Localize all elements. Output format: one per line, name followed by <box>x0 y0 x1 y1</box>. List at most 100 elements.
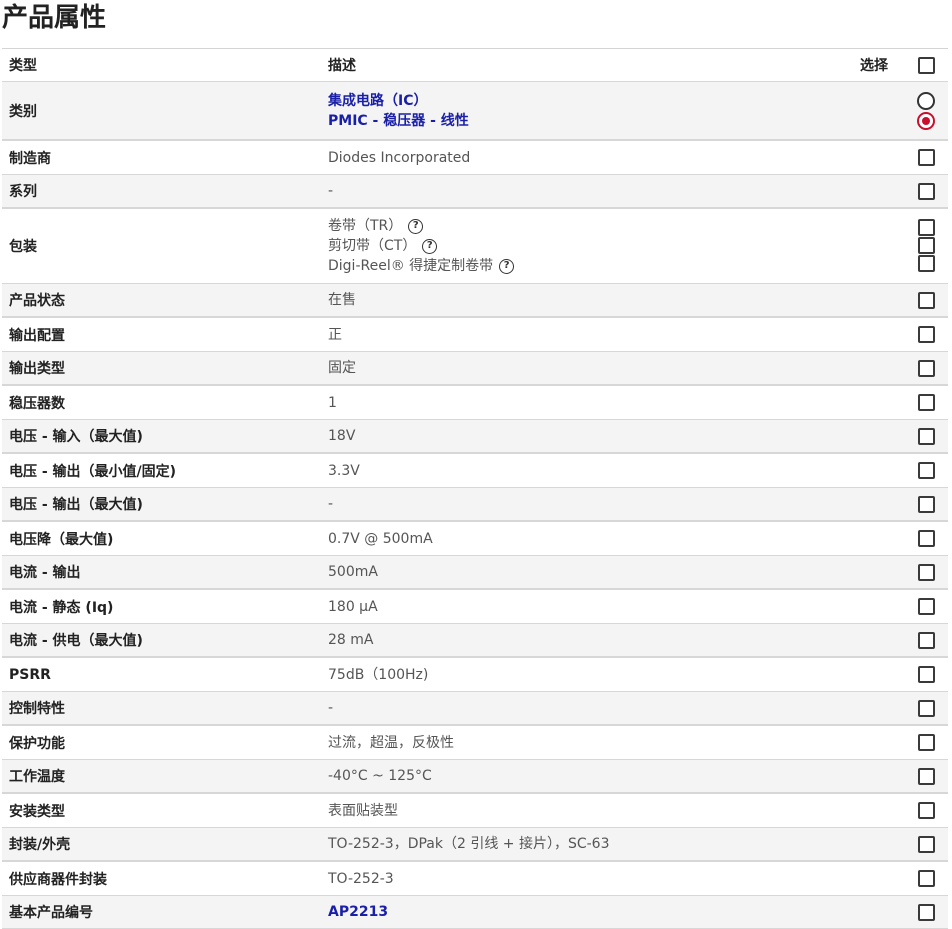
table-row: 电压降（最大值) 0.7V @ 500mA <box>2 522 948 556</box>
category-radio[interactable] <box>917 111 935 130</box>
value-text: 500mA <box>328 564 378 580</box>
attribute-value: -40°C ~ 125°C <box>328 760 432 792</box>
attribute-checkbox[interactable] <box>917 734 935 751</box>
attribute-value-line: 3.3V <box>328 461 360 481</box>
attribute-value: 固定 <box>328 352 356 384</box>
value-text: 表面贴装型 <box>328 802 398 819</box>
attribute-label: 封装/外壳 <box>9 837 71 853</box>
attribute-value-line: AP2213 <box>328 902 388 922</box>
attribute-label: 制造商 <box>9 150 51 167</box>
attribute-label: 电流 - 静态 (Iq) <box>9 599 114 616</box>
attribute-label: 包装 <box>9 239 37 255</box>
attribute-value-line: 28 mA <box>328 630 373 650</box>
table-row: 电压 - 输出（最小值/固定) 3.3V <box>2 454 948 488</box>
value-link[interactable]: 集成电路（IC） <box>328 91 427 111</box>
value-text: 过流，超温，反极性 <box>328 734 454 751</box>
attribute-label: 电压 - 输出（最小值/固定) <box>9 463 177 480</box>
attribute-checkbox[interactable] <box>917 767 935 785</box>
table-row: 稳压器数 1 <box>2 386 948 420</box>
value-text: Digi-Reel® 得捷定制卷带 <box>328 258 494 274</box>
attribute-checkbox[interactable] <box>917 666 935 683</box>
attribute-checkbox[interactable] <box>917 598 935 615</box>
attribute-checkbox[interactable] <box>917 563 935 581</box>
select-cell <box>914 692 938 724</box>
attribute-checkbox[interactable] <box>917 903 935 921</box>
attribute-checkbox[interactable] <box>917 394 935 411</box>
attribute-checkbox[interactable] <box>917 427 935 445</box>
value-text: - <box>328 700 334 716</box>
attribute-label: PSRR <box>9 666 51 683</box>
question-circle-icon[interactable]: ? <box>408 218 424 234</box>
attribute-checkbox[interactable] <box>917 495 935 513</box>
attribute-checkbox[interactable] <box>917 291 935 309</box>
attribute-label: 供应商器件封装 <box>9 871 107 888</box>
table-row: 基本产品编号 AP2213 <box>2 896 948 929</box>
attribute-label: 基本产品编号 <box>9 905 93 921</box>
attribute-checkbox[interactable] <box>917 530 935 547</box>
category-radio[interactable] <box>917 91 935 110</box>
table-row: 安装类型 表面贴装型 <box>2 794 948 828</box>
attribute-checkbox[interactable] <box>917 237 935 254</box>
table-row: 电压 - 输入（最大值) 18V <box>2 420 948 454</box>
table-row: 包装 卷带（TR）? 剪切带（CT）? Digi-Reel® 得捷定制卷带? <box>2 209 948 284</box>
value-link[interactable]: AP2213 <box>328 902 388 922</box>
select-all-checkbox[interactable] <box>917 56 935 74</box>
attribute-checkbox[interactable] <box>917 802 935 819</box>
attribute-label: 输出配置 <box>9 327 65 344</box>
value-link[interactable]: PMIC - 稳压器 - 线性 <box>328 111 469 131</box>
select-cell <box>914 726 938 759</box>
select-cell <box>914 488 938 520</box>
attribute-checkbox[interactable] <box>917 326 935 343</box>
attribute-value: 18V <box>328 420 355 452</box>
select-cell <box>914 141 938 174</box>
attribute-checkbox[interactable] <box>917 462 935 479</box>
attribute-value-line: 18V <box>328 426 355 446</box>
attribute-checkbox[interactable] <box>917 149 935 166</box>
attribute-checkbox[interactable] <box>917 182 935 200</box>
attribute-value: 卷带（TR）? 剪切带（CT）? Digi-Reel® 得捷定制卷带? <box>328 209 515 283</box>
select-cell <box>914 454 938 487</box>
attribute-label: 电压 - 输入（最大值) <box>9 429 143 445</box>
attribute-value: TO-252-3 <box>328 862 394 895</box>
attribute-value: Diodes Incorporated <box>328 141 470 174</box>
table-row: 工作温度 -40°C ~ 125°C <box>2 760 948 794</box>
attribute-checkbox[interactable] <box>917 255 935 272</box>
attribute-value-line: 在售 <box>328 290 356 310</box>
attribute-checkbox[interactable] <box>917 870 935 887</box>
attribute-value-line: TO-252-3 <box>328 869 394 889</box>
select-cell <box>914 828 938 860</box>
attribute-checkbox[interactable] <box>917 359 935 377</box>
header-description: 描述 <box>328 58 356 74</box>
attribute-label: 输出类型 <box>9 361 65 377</box>
attribute-value-line: TO-252-3，DPak（2 引线 + 接片），SC-63 <box>328 834 610 854</box>
attribute-checkbox[interactable] <box>917 835 935 853</box>
attribute-label: 保护功能 <box>9 735 65 752</box>
attribute-value-line: - <box>328 181 333 201</box>
attribute-label: 工作温度 <box>9 769 65 785</box>
table-row: 控制特性 - <box>2 692 948 726</box>
attribute-value-line: Diodes Incorporated <box>328 148 470 168</box>
value-text: TO-252-3，DPak（2 引线 + 接片），SC-63 <box>328 836 610 852</box>
select-cell <box>914 658 938 691</box>
attribute-value-line: PMIC - 稳压器 - 线性 <box>328 111 469 131</box>
value-text: 剪切带（CT） <box>328 238 417 254</box>
attribute-value-line: 0.7V @ 500mA <box>328 529 433 549</box>
attribute-value-line: 固定 <box>328 358 356 378</box>
attribute-value: 75dB（100Hz) <box>328 658 428 691</box>
attribute-label: 类别 <box>9 103 37 120</box>
attribute-value: 集成电路（IC） PMIC - 稳压器 - 线性 <box>328 82 469 139</box>
question-circle-icon[interactable]: ? <box>422 238 438 254</box>
attribute-checkbox[interactable] <box>917 699 935 717</box>
attribute-value: 1 <box>328 386 337 419</box>
attribute-value: - <box>328 692 333 724</box>
value-text: Diodes Incorporated <box>328 149 471 166</box>
value-text: -40°C ~ 125°C <box>328 768 432 784</box>
select-cell <box>914 318 938 351</box>
attribute-checkbox[interactable] <box>917 631 935 649</box>
select-cell <box>914 556 938 588</box>
attribute-value: 180 µA <box>328 590 378 623</box>
question-circle-icon[interactable]: ? <box>499 258 515 274</box>
value-text: 75dB（100Hz) <box>328 666 429 683</box>
attribute-value: 500mA <box>328 556 378 588</box>
attribute-checkbox[interactable] <box>917 219 935 236</box>
